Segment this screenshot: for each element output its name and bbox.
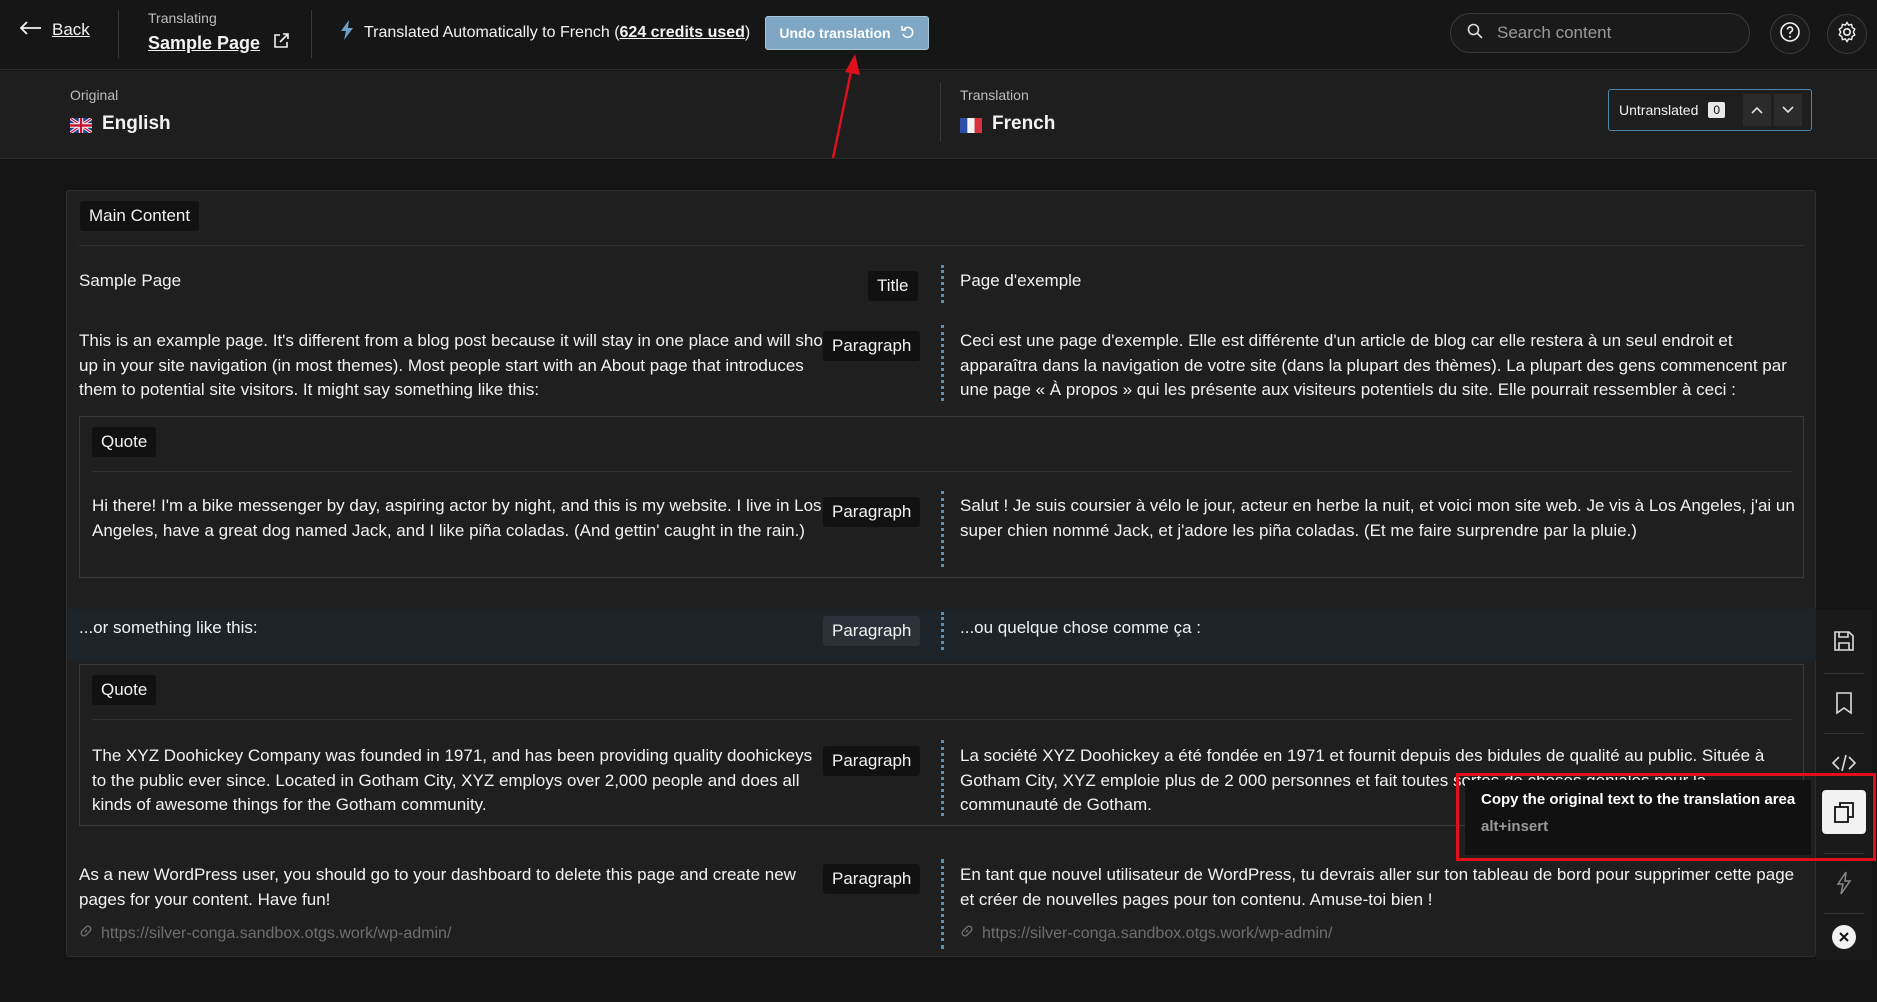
translation-label: Translation <box>960 87 1029 103</box>
close-button[interactable] <box>1824 917 1864 957</box>
row-divider <box>941 740 944 816</box>
top-bar: Back Translating Sample Page Translated … <box>0 0 1877 70</box>
bookmark-button[interactable] <box>1824 683 1864 723</box>
search-box[interactable] <box>1450 13 1750 53</box>
uk-flag-icon <box>69 116 93 134</box>
copy-original-button[interactable] <box>1822 790 1866 834</box>
original-link[interactable]: https://silver-conga.sandbox.otgs.work/w… <box>79 924 451 943</box>
paragraph-type-tag: Paragraph <box>823 331 921 361</box>
auto-translation-status: Translated Automatically to French (624 … <box>340 20 750 45</box>
original-label: Original <box>70 87 119 103</box>
auto-suffix: ) <box>744 23 751 41</box>
link-url: https://silver-conga.sandbox.otgs.work/w… <box>982 924 1333 942</box>
divider <box>92 471 1792 472</box>
translating-label: Translating <box>148 10 217 26</box>
copy-tooltip-highlight: Copy the original text to the translatio… <box>1456 773 1876 861</box>
search-input[interactable] <box>1497 23 1717 43</box>
back-button[interactable]: Back <box>19 20 90 40</box>
save-icon <box>1834 631 1854 651</box>
bookmark-icon <box>1836 692 1852 715</box>
lightning-icon <box>340 20 354 45</box>
next-untranslated-button[interactable] <box>1774 94 1802 126</box>
translation-paragraph-field[interactable]: Salut ! Je suis coursier à vélo le jour,… <box>960 494 1800 543</box>
tooltip-title: Copy the original text to the translatio… <box>1481 791 1796 808</box>
untranslated-navigator[interactable]: Untranslated 0 <box>1608 89 1812 131</box>
chevron-up-icon <box>1751 106 1763 114</box>
lightning-icon <box>1836 871 1852 895</box>
divider <box>79 245 1804 246</box>
original-paragraph-text[interactable]: ...or something like this: <box>79 616 739 641</box>
divider <box>1824 733 1864 734</box>
paragraph-type-tag: Paragraph <box>823 497 921 527</box>
code-icon <box>1831 754 1857 772</box>
title-type-tag: Title <box>868 271 918 301</box>
row-divider <box>941 491 944 567</box>
untranslated-count-badge: 0 <box>1708 102 1726 118</box>
external-link-icon[interactable] <box>272 32 290 55</box>
auto-prefix: Translated Automatically to French ( <box>364 23 620 41</box>
original-paragraph-text[interactable]: The XYZ Doohickey Company was founded in… <box>92 744 827 818</box>
settings-button[interactable] <box>1827 14 1867 54</box>
translation-title-field[interactable]: Page d'exemple <box>960 269 1800 294</box>
save-button[interactable] <box>1824 621 1864 661</box>
original-language-name: English <box>102 113 171 134</box>
divider <box>1824 673 1864 674</box>
translation-paragraph-field[interactable]: En tant que nouvel utilisateur de WordPr… <box>960 863 1805 912</box>
paragraph-type-tag: Paragraph <box>823 864 921 894</box>
copy-tooltip: Copy the original text to the translatio… <box>1465 780 1811 855</box>
row-divider <box>941 325 944 401</box>
undo-translation-button[interactable]: Undo translation <box>765 16 929 50</box>
copy-icon <box>1834 802 1854 823</box>
quote-tag: Quote <box>92 427 157 457</box>
chevron-down-icon <box>1782 106 1794 114</box>
original-paragraph-text[interactable]: As a new WordPress user, you should go t… <box>79 863 839 912</box>
link-icon <box>79 924 93 943</box>
paragraph-type-tag: Paragraph <box>823 616 921 646</box>
divider <box>311 10 312 58</box>
undo-translation-label: Undo translation <box>779 25 891 41</box>
undo-icon <box>900 25 915 42</box>
page-name-link[interactable]: Sample Page <box>148 33 260 54</box>
translation-link[interactable]: https://silver-conga.sandbox.otgs.work/w… <box>960 924 1332 943</box>
arrow-left-icon <box>19 20 42 40</box>
untranslated-label: Untranslated <box>1619 102 1699 118</box>
original-language: Original English <box>69 87 171 135</box>
help-button[interactable] <box>1770 14 1810 54</box>
original-paragraph-text[interactable]: Hi there! I'm a bike messenger by day, a… <box>92 494 827 543</box>
translation-language: Translation French <box>960 87 1055 135</box>
translation-paragraph-field[interactable]: Ceci est une page d'exemple. Elle est di… <box>960 329 1805 403</box>
quote-tag: Quote <box>92 675 157 705</box>
back-label: Back <box>52 20 90 39</box>
paragraph-type-tag: Paragraph <box>823 746 921 776</box>
language-bar: Original English Translation French Untr… <box>0 71 1877 159</box>
translation-paragraph-field[interactable]: ...ou quelque chose comme ça : <box>960 616 1800 641</box>
divider <box>940 83 941 141</box>
divider <box>1824 913 1864 914</box>
row-divider <box>941 859 944 949</box>
row-divider <box>941 612 944 650</box>
annotation-arrow <box>831 54 860 159</box>
auto-translate-button[interactable] <box>1824 863 1864 903</box>
link-icon <box>960 924 974 943</box>
link-url: https://silver-conga.sandbox.otgs.work/w… <box>101 924 452 942</box>
france-flag-icon <box>960 117 982 133</box>
gear-icon <box>1836 20 1858 48</box>
previous-untranslated-button[interactable] <box>1743 94 1771 126</box>
divider <box>118 10 119 58</box>
search-icon <box>1467 23 1483 44</box>
section-tag: Main Content <box>80 201 200 231</box>
credits-used[interactable]: 624 credits used <box>620 24 745 41</box>
help-icon <box>1779 21 1801 48</box>
original-paragraph-text[interactable]: This is an example page. It's different … <box>79 329 839 403</box>
translating-info: Translating Sample Page <box>148 10 290 55</box>
translation-language-name: French <box>992 113 1056 134</box>
close-icon <box>1832 925 1856 949</box>
row-divider <box>941 265 944 303</box>
tooltip-shortcut: alt+insert <box>1481 818 1549 835</box>
original-title-text[interactable]: Sample Page <box>79 269 739 294</box>
divider <box>92 719 1792 720</box>
